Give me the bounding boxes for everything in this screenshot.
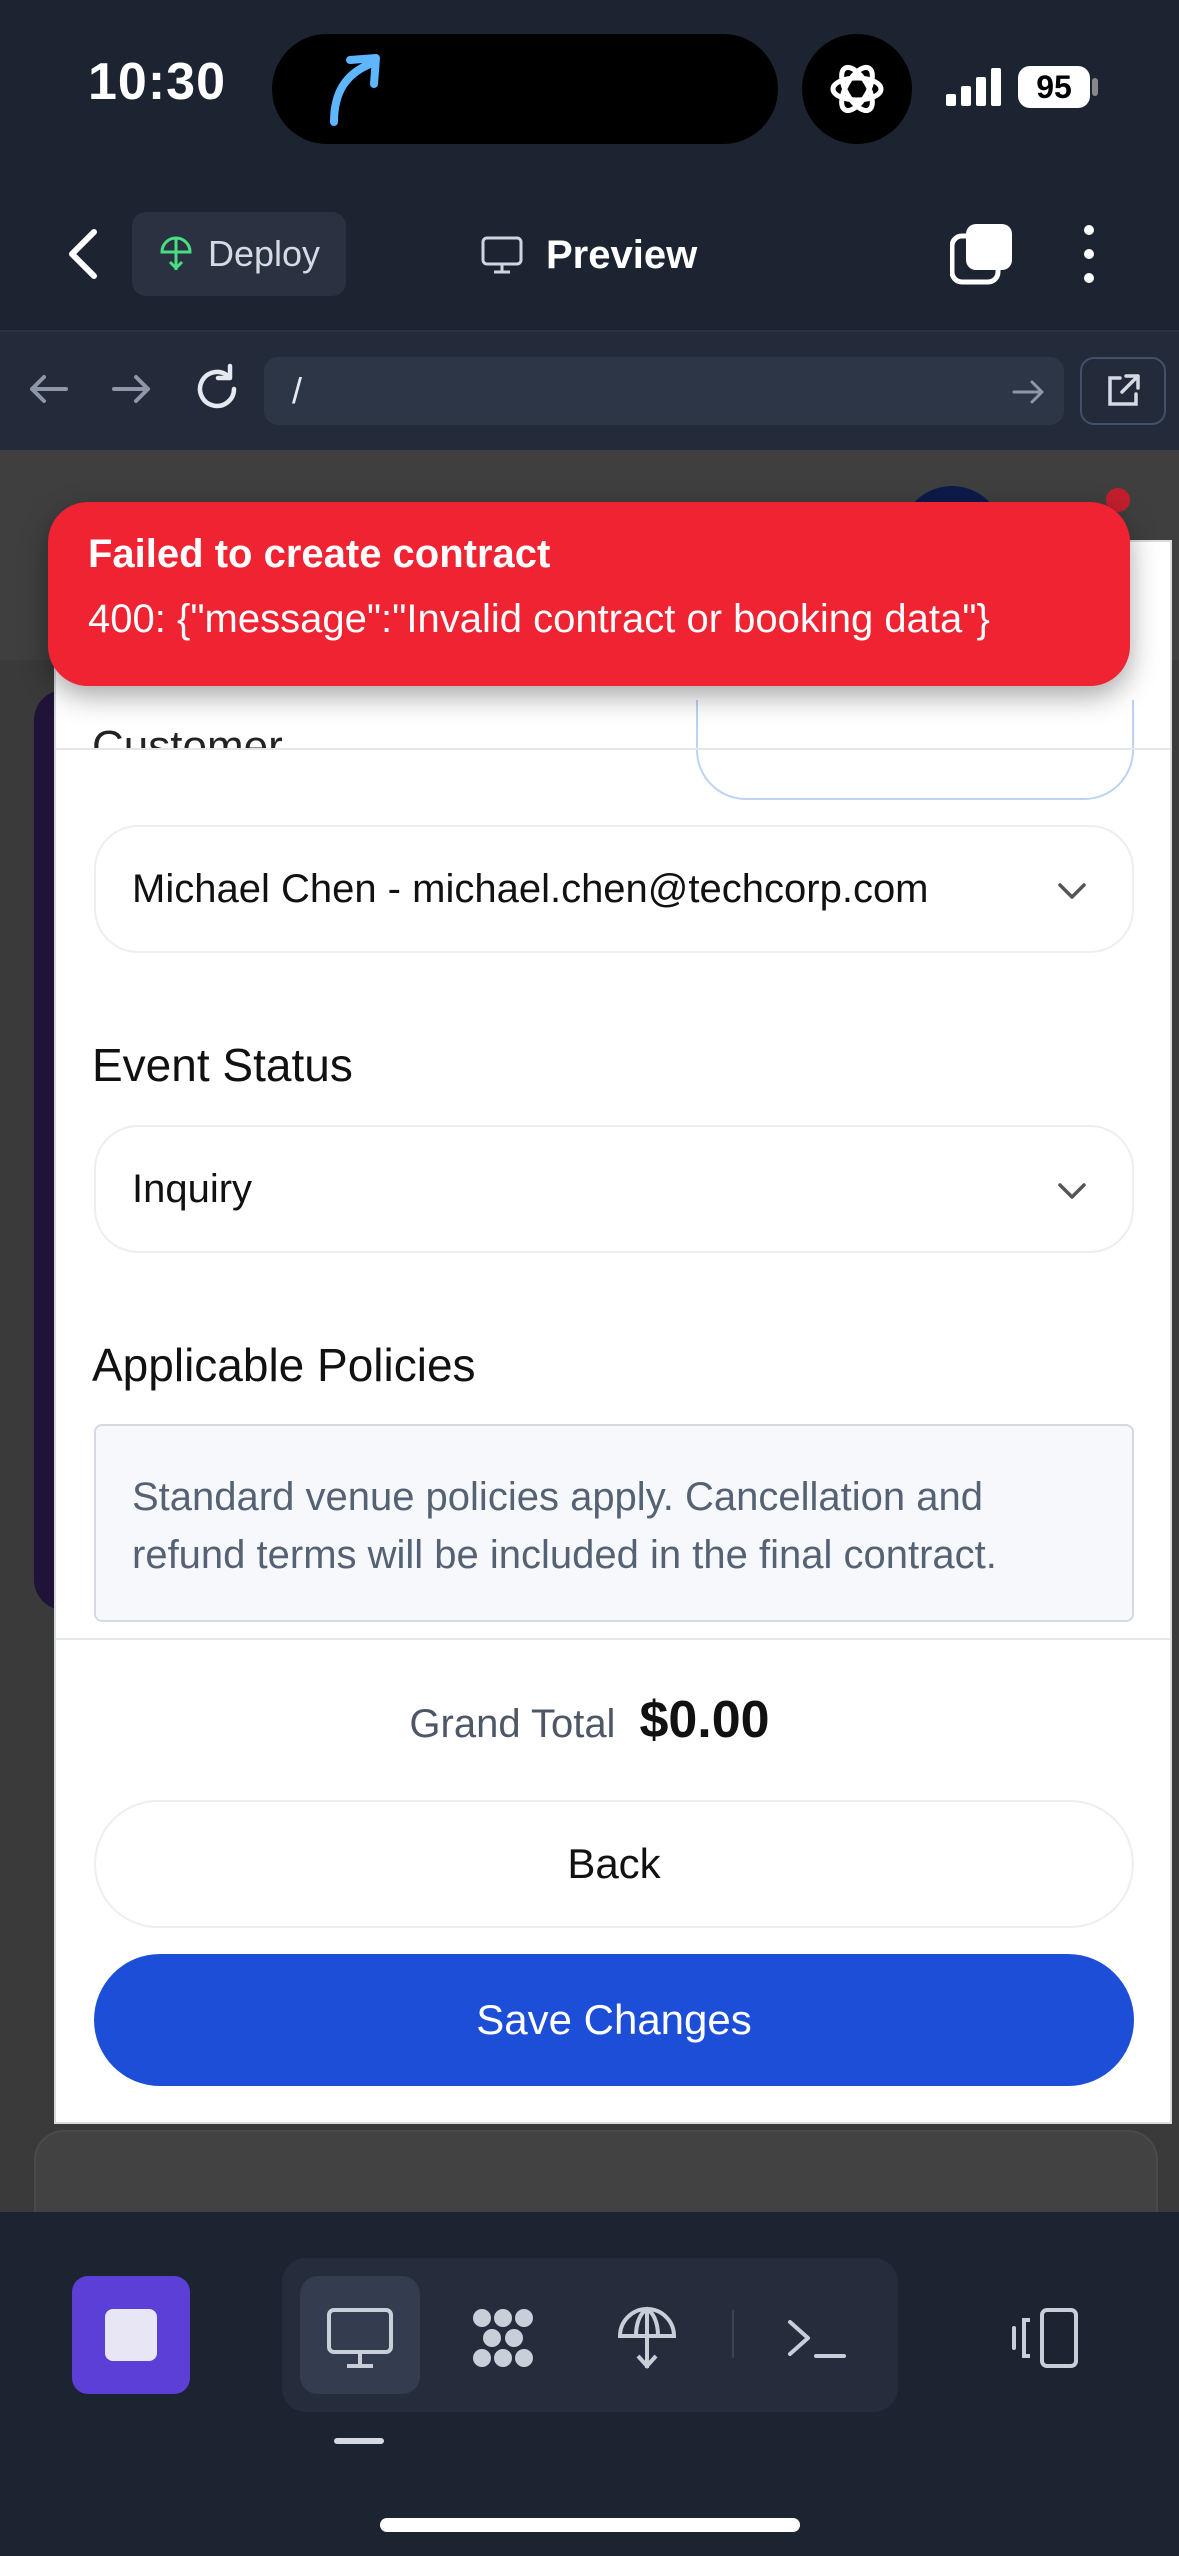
deploy-label: Deploy [208,233,321,274]
modal-header-divider [56,748,1170,750]
event-status-label: Event Status [92,1039,353,1091]
status-time: 10:30 [88,53,226,111]
grand-total-value: $0.00 [639,1691,770,1749]
event-status-select[interactable]: Inquiry [94,1125,1134,1253]
redirect-arrow-icon [330,54,380,126]
preview-tab[interactable]: Preview [480,222,697,288]
preview-label: Preview [546,232,698,277]
terminal-icon[interactable] [782,2306,852,2370]
save-changes-button[interactable]: Save Changes [94,1954,1134,2086]
device-layout-icon[interactable] [1010,2306,1080,2370]
active-tab-indicator [334,2438,384,2444]
customer-select-value: Michael Chen - michael.chen@techcorp.com [132,866,929,911]
toast-title: Failed to create contract [88,532,551,576]
tabs-icon[interactable] [950,222,1014,286]
chatgpt-icon [802,34,912,144]
workflows-icon[interactable] [468,2306,538,2370]
open-external-button[interactable] [1080,357,1166,425]
more-options-icon[interactable] [1070,222,1108,286]
chevron-down-icon [1058,1183,1086,1199]
error-toast[interactable]: Failed to create contract 400: {"message… [48,502,1130,686]
grand-total-label: Grand Total [409,1702,616,1746]
grand-total-row: Grand Total $0.00 [0,1690,1179,1750]
stop-button[interactable] [72,2276,190,2394]
monitor-icon[interactable] [325,2306,395,2370]
chevron-down-icon [1058,883,1086,899]
browser-back-icon[interactable] [22,362,76,416]
browser-forward-icon[interactable] [104,362,158,416]
battery-nub [1092,78,1098,96]
reload-icon[interactable] [190,362,244,416]
customer-label: Customer [92,722,283,750]
back-chevron-icon[interactable] [62,226,102,282]
toolbar-separator [732,2310,734,2358]
modal-footer-divider [56,1638,1170,1640]
toast-message: 400: {"message":"Invalid contract or boo… [88,597,990,641]
background-card-bottom [34,2130,1158,2224]
policies-text: Standard venue policies apply. Cancellat… [94,1424,1134,1622]
url-go-icon[interactable] [1008,372,1048,412]
deploy-button[interactable]: Deploy [132,212,346,296]
monitor-icon [481,236,523,274]
back-button[interactable]: Back [94,1800,1134,1928]
battery-indicator: 95 [1018,66,1090,108]
customer-select[interactable]: Michael Chen - michael.chen@techcorp.com [94,825,1134,953]
url-input[interactable]: / [264,357,1064,425]
event-status-value: Inquiry [132,1166,253,1211]
policies-label: Applicable Policies [92,1339,476,1391]
scrolled-button-edge[interactable] [696,700,1134,800]
external-link-icon [1108,374,1140,406]
deploy-globe-icon [160,236,192,271]
home-indicator[interactable] [380,2518,800,2532]
stop-icon [105,2309,157,2361]
deploy-icon[interactable] [612,2306,682,2370]
cellular-signal-icon [946,68,1001,106]
